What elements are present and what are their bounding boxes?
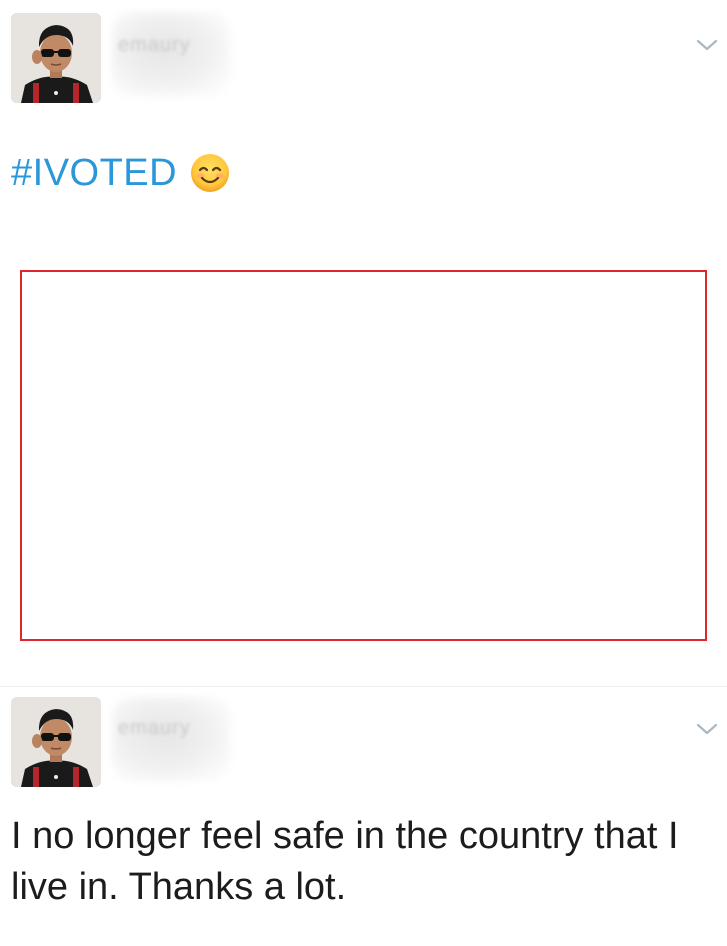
hashtag-link[interactable]: #IVOTED — [11, 152, 177, 195]
display-name[interactable]: emaury — [118, 717, 191, 740]
media-placeholder[interactable] — [20, 270, 707, 641]
tweet[interactable]: emaury #IVOTED — [0, 0, 727, 686]
tweet-text: I no longer feel safe in the country tha… — [11, 815, 679, 908]
tweet-body: #IVOTED — [11, 150, 230, 196]
display-name[interactable]: emaury — [118, 34, 191, 57]
avatar-image — [11, 13, 101, 103]
chevron-down-icon[interactable] — [695, 721, 719, 737]
chevron-down-icon[interactable] — [695, 37, 719, 53]
smiling-face-emoji-icon — [191, 154, 230, 192]
tweet[interactable]: emaury I no longer feel safe in the coun… — [0, 686, 727, 946]
avatar-image — [11, 697, 101, 787]
timeline: emaury #IVOTED emaury I no longer feel s… — [0, 0, 727, 946]
avatar[interactable] — [11, 13, 101, 103]
avatar[interactable] — [11, 697, 101, 787]
